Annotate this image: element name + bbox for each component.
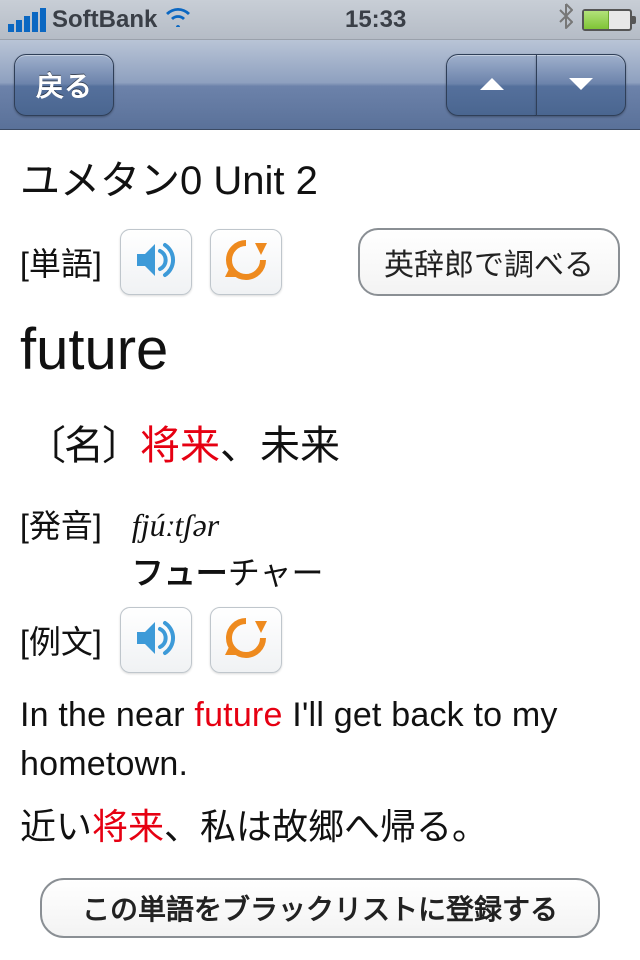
back-button[interactable]: 戻る (14, 54, 114, 116)
repeat-icon (223, 615, 269, 666)
dictionary-button-label: 英辞郎で調べる (384, 249, 594, 282)
meaning-highlight: 将来 (140, 424, 220, 468)
part-of-speech: 〔名〕 (26, 424, 140, 468)
section-word-label: [単語] (20, 239, 102, 285)
speaker-icon (133, 615, 179, 666)
kana-accent: フュー (132, 555, 228, 591)
bluetooth-icon (558, 3, 574, 36)
example-en-pre: In the near (20, 696, 194, 734)
blacklist-button[interactable]: この単語をブラックリストに登録する (40, 878, 600, 938)
example-en-highlight: future (194, 696, 282, 734)
kana-rest: チャー (228, 555, 324, 591)
example-jp-pre: 近い (20, 806, 92, 847)
wifi-icon (163, 5, 193, 34)
example-jp-post: 、私は故郷へ帰る。 (164, 806, 488, 847)
chevron-down-icon (567, 69, 595, 101)
section-example-label: [例文] (20, 617, 102, 663)
play-example-button[interactable] (120, 607, 192, 673)
chevron-up-icon (478, 69, 506, 101)
pronunciation-block: [発音] fjúːtʃər フューチャー (20, 501, 620, 597)
play-word-button[interactable] (120, 229, 192, 295)
ipa-text: fjúːtʃər (132, 501, 324, 549)
example-row: [例文] (20, 607, 620, 673)
battery-icon (582, 9, 632, 31)
pronunciation-text: fjúːtʃər フューチャー (132, 501, 324, 597)
page-title: ユメタン0 Unit 2 (20, 148, 620, 206)
section-pron-label: [発音] (20, 501, 102, 547)
carrier-label: SoftBank (52, 6, 157, 34)
dictionary-button[interactable]: 英辞郎で調べる (358, 228, 620, 296)
signal-icon (8, 8, 46, 32)
content: ユメタン0 Unit 2 [単語] 英辞郎で調べる future 〔名〕将来、未… (0, 130, 640, 960)
speaker-icon (133, 237, 179, 288)
nav-bar: 戻る (0, 40, 640, 130)
status-right (558, 3, 632, 36)
repeat-word-button[interactable] (210, 229, 282, 295)
word-row: [単語] 英辞郎で調べる (20, 228, 620, 296)
next-button[interactable] (536, 54, 626, 116)
meaning-rest: 、未来 (220, 424, 340, 468)
status-bar: SoftBank 15:33 (0, 0, 640, 40)
prev-button[interactable] (446, 54, 536, 116)
example-english: In the near future I'll get back to my h… (20, 691, 620, 790)
word-english: future (20, 316, 620, 383)
meaning-line: 〔名〕将来、未来 (20, 413, 620, 471)
repeat-example-button[interactable] (210, 607, 282, 673)
back-button-label: 戻る (36, 65, 92, 105)
blacklist-button-label: この単語をブラックリストに登録する (82, 894, 558, 925)
status-left: SoftBank (8, 5, 193, 34)
example-japanese: 近い将来、私は故郷へ帰る。 (20, 800, 620, 854)
repeat-icon (223, 237, 269, 288)
status-time: 15:33 (193, 6, 558, 34)
example-jp-highlight: 将来 (92, 806, 164, 847)
